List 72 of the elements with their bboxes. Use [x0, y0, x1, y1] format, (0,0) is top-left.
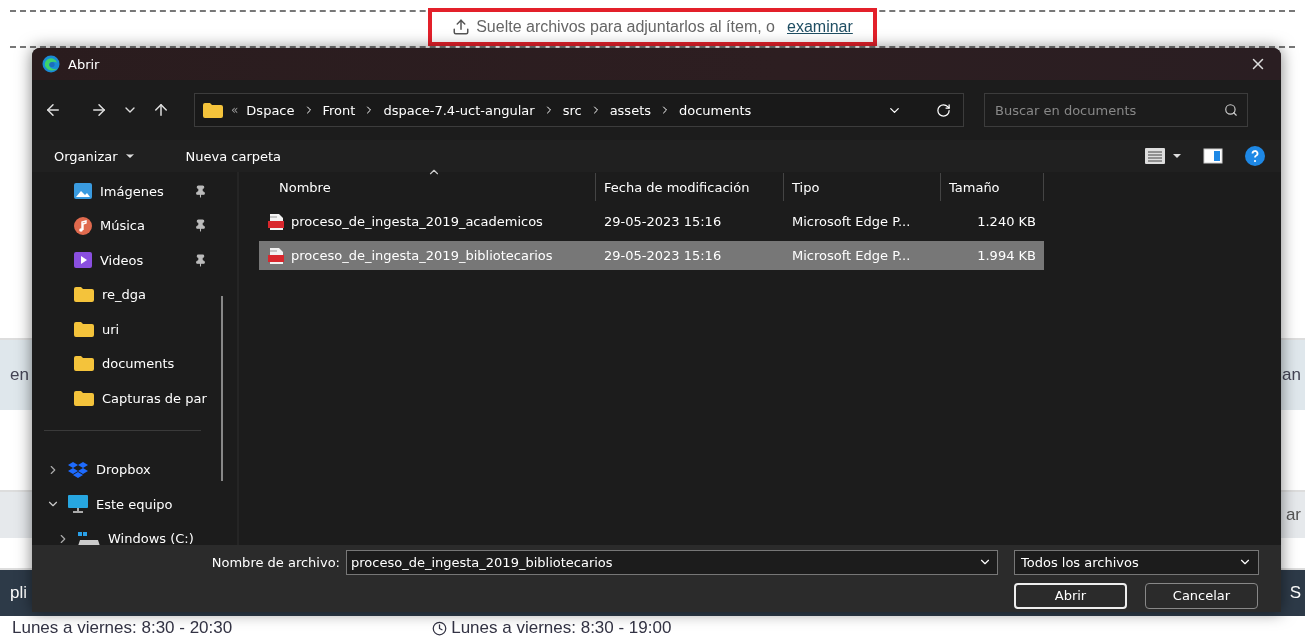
folder-icon: [74, 287, 94, 303]
file-size: 1.994 KB: [977, 248, 1036, 263]
breadcrumb[interactable]: src: [562, 102, 582, 118]
folder-icon: [74, 356, 94, 372]
window-title: Abrir: [68, 56, 101, 72]
browse-link[interactable]: examinar: [787, 18, 853, 36]
help-icon[interactable]: [1245, 146, 1265, 166]
partial-text: en: [10, 365, 29, 385]
computer-icon: [68, 495, 88, 514]
music-note-icon: [74, 216, 92, 235]
partial-text: ar: [1285, 505, 1301, 525]
column-header[interactable]: Fecha de modificación: [596, 173, 784, 201]
file-name: proceso_de_ingesta_2019_academicos: [291, 214, 543, 229]
sidebar-item[interactable]: Windows (C:): [108, 531, 194, 545]
file-type-select[interactable]: Todos los archivos: [1014, 549, 1259, 575]
folder-icon: [74, 321, 94, 337]
video-icon: [74, 252, 92, 269]
dropbox-icon: [68, 461, 88, 478]
refresh-icon[interactable]: [936, 102, 951, 118]
pdf-file-icon: [267, 246, 285, 265]
column-header[interactable]: Nombre: [259, 173, 596, 201]
browser-logo-icon: [42, 55, 60, 73]
search-field[interactable]: Buscar en documents: [984, 93, 1248, 127]
file-row[interactable]: proceso_de_ingesta_2019_bibliotecarios 29-05-2023 15:16 Microsoft Edge P... 1.994 KB: [259, 241, 1044, 270]
folder-icon: [74, 390, 94, 406]
drive-icon: [78, 531, 100, 545]
breadcrumb[interactable]: Front: [322, 102, 356, 118]
folder-icon: [203, 102, 223, 118]
file-type: Microsoft Edge P...: [792, 248, 911, 263]
view-list-icon[interactable]: [1145, 148, 1181, 164]
breadcrumb[interactable]: assets: [609, 102, 651, 118]
path-overflow[interactable]: «: [231, 103, 239, 117]
sidebar-item[interactable]: Música: [100, 218, 145, 234]
sidebar-item[interactable]: re_dga: [102, 287, 147, 303]
file-type: Microsoft Edge P...: [792, 214, 911, 229]
toolbar-button[interactable]: Organizar: [44, 146, 146, 166]
partial-text: pli: [10, 583, 27, 603]
partial-text: an: [1282, 365, 1301, 385]
upload-icon: [452, 18, 471, 36]
partial-text: S: [1289, 583, 1301, 603]
field-label: Nombre de archivo:: [211, 554, 340, 570]
file-size: 1.240 KB: [977, 214, 1036, 229]
column-header[interactable]: Tipo: [784, 173, 941, 201]
clock-icon: [432, 620, 448, 636]
pictures-icon: [74, 183, 92, 200]
toolbar-button[interactable]: Nueva carpeta: [175, 146, 292, 166]
sidebar-item[interactable]: Capturas de par: [102, 390, 207, 406]
search-icon: [1224, 103, 1238, 117]
breadcrumb[interactable]: dspace-7.4-uct-angular: [383, 102, 535, 118]
sidebar-item[interactable]: Videos: [100, 252, 144, 268]
sidebar-item[interactable]: uri: [102, 321, 120, 337]
dropzone-text: Suelte archivos para adjuntarlos al ítem, o: [476, 18, 775, 36]
column-header[interactable]: Tamaño: [941, 173, 1044, 201]
sidebar-item[interactable]: documents: [102, 356, 175, 372]
opening-hours: Lunes a viernes: 8:30 - 20:30: [12, 618, 233, 638]
address-bar[interactable]: « Dspace Front dspace-7.4-uct-angular src assets documents: [194, 93, 964, 127]
breadcrumb[interactable]: documents: [679, 102, 752, 118]
dialog-button[interactable]: Abrir: [1014, 582, 1127, 609]
preview-pane-icon[interactable]: [1203, 148, 1223, 164]
file-name: proceso_de_ingesta_2019_bibliotecarios: [291, 248, 553, 263]
opening-hours: Lunes a viernes: 8:30 - 19:00: [451, 618, 672, 638]
file-date: 29-05-2023 15:16: [604, 248, 722, 263]
arrow-right-icon: [90, 101, 108, 119]
pdf-file-icon: [267, 212, 285, 231]
file-row[interactable]: proceso_de_ingesta_2019_academicos 29-05-2023 15:16 Microsoft Edge P... 1.240 KB: [259, 207, 1044, 236]
filename-field[interactable]: proceso_de_ingesta_2019_bibliotecarios: [346, 549, 998, 575]
file-date: 29-05-2023 15:16: [604, 214, 722, 229]
sidebar-item[interactable]: Dropbox: [96, 462, 151, 478]
dialog-button[interactable]: Cancelar: [1145, 582, 1258, 609]
sidebar-item[interactable]: Imágenes: [100, 183, 164, 199]
breadcrumb[interactable]: Dspace: [246, 102, 295, 118]
sidebar-item[interactable]: Este equipo: [96, 496, 173, 512]
